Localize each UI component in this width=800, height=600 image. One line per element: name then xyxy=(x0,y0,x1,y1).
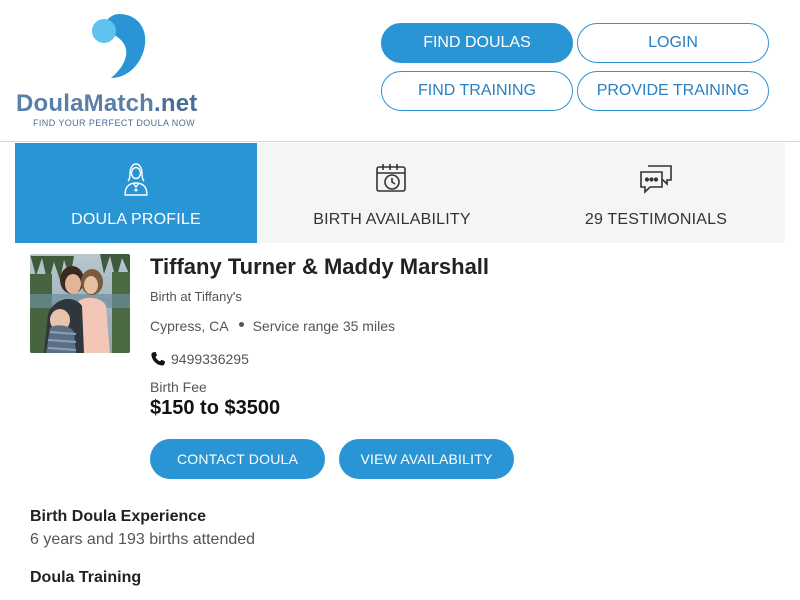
experience-heading: Birth Doula Experience xyxy=(30,508,207,525)
location-text: Cypress, CA xyxy=(150,318,229,334)
phone-row[interactable]: 9499336295 xyxy=(150,351,249,367)
tab-testimonials[interactable]: 29 TESTIMONIALS xyxy=(527,143,785,243)
calendar-clock-icon xyxy=(374,161,410,197)
site-logo[interactable]: DoulaMatch.net FIND YOUR PERFECT DOULA N… xyxy=(16,10,226,135)
logo-wordmark: DoulaMatch.net xyxy=(16,90,198,117)
fee-value: $150 to $3500 xyxy=(150,397,281,419)
doula-name: Tiffany Turner & Maddy Marshall xyxy=(150,254,490,279)
business-name: Birth at Tiffany's xyxy=(150,289,242,304)
tab-label: BIRTH AVAILABILITY xyxy=(313,211,471,228)
fee-label: Birth Fee xyxy=(150,379,207,395)
logo-mark-icon xyxy=(92,14,146,78)
contact-doula-button[interactable]: CONTACT DOULA xyxy=(150,439,325,479)
tab-label: 29 TESTIMONIALS xyxy=(584,211,728,228)
doula-photo xyxy=(30,254,130,353)
separator-dot-icon xyxy=(238,321,244,327)
tab-birth-availability[interactable]: BIRTH AVAILABILITY xyxy=(257,143,527,243)
logo-tagline: FIND YOUR PERFECT DOULA NOW xyxy=(33,118,195,128)
experience-text: 6 years and 193 births attended xyxy=(30,531,256,548)
service-range-text: Service range 35 miles xyxy=(252,318,395,334)
location-row: Cypress, CA Service range 35 miles xyxy=(150,318,395,334)
phone-number[interactable]: 9499336295 xyxy=(171,351,249,367)
tab-doula-profile[interactable]: DOULA PROFILE xyxy=(15,143,257,243)
provide-training-button[interactable]: PROVIDE TRAINING xyxy=(577,71,769,111)
find-training-button[interactable]: FIND TRAINING xyxy=(381,71,573,111)
find-doulas-button[interactable]: FIND DOULAS xyxy=(381,23,573,63)
login-button[interactable]: LOGIN xyxy=(577,23,769,63)
profile-tabs: DOULA PROFILE BIRTH AVAILABILITY 29 TEST… xyxy=(15,143,785,243)
training-heading: Doula Training xyxy=(30,569,142,586)
tab-label: DOULA PROFILE xyxy=(71,211,201,228)
view-availability-button[interactable]: VIEW AVAILABILITY xyxy=(339,439,514,479)
site-header: DoulaMatch.net FIND YOUR PERFECT DOULA N… xyxy=(0,0,800,142)
phone-icon xyxy=(151,352,165,366)
chat-bubbles-icon xyxy=(638,161,674,197)
doula-person-icon xyxy=(118,161,154,197)
